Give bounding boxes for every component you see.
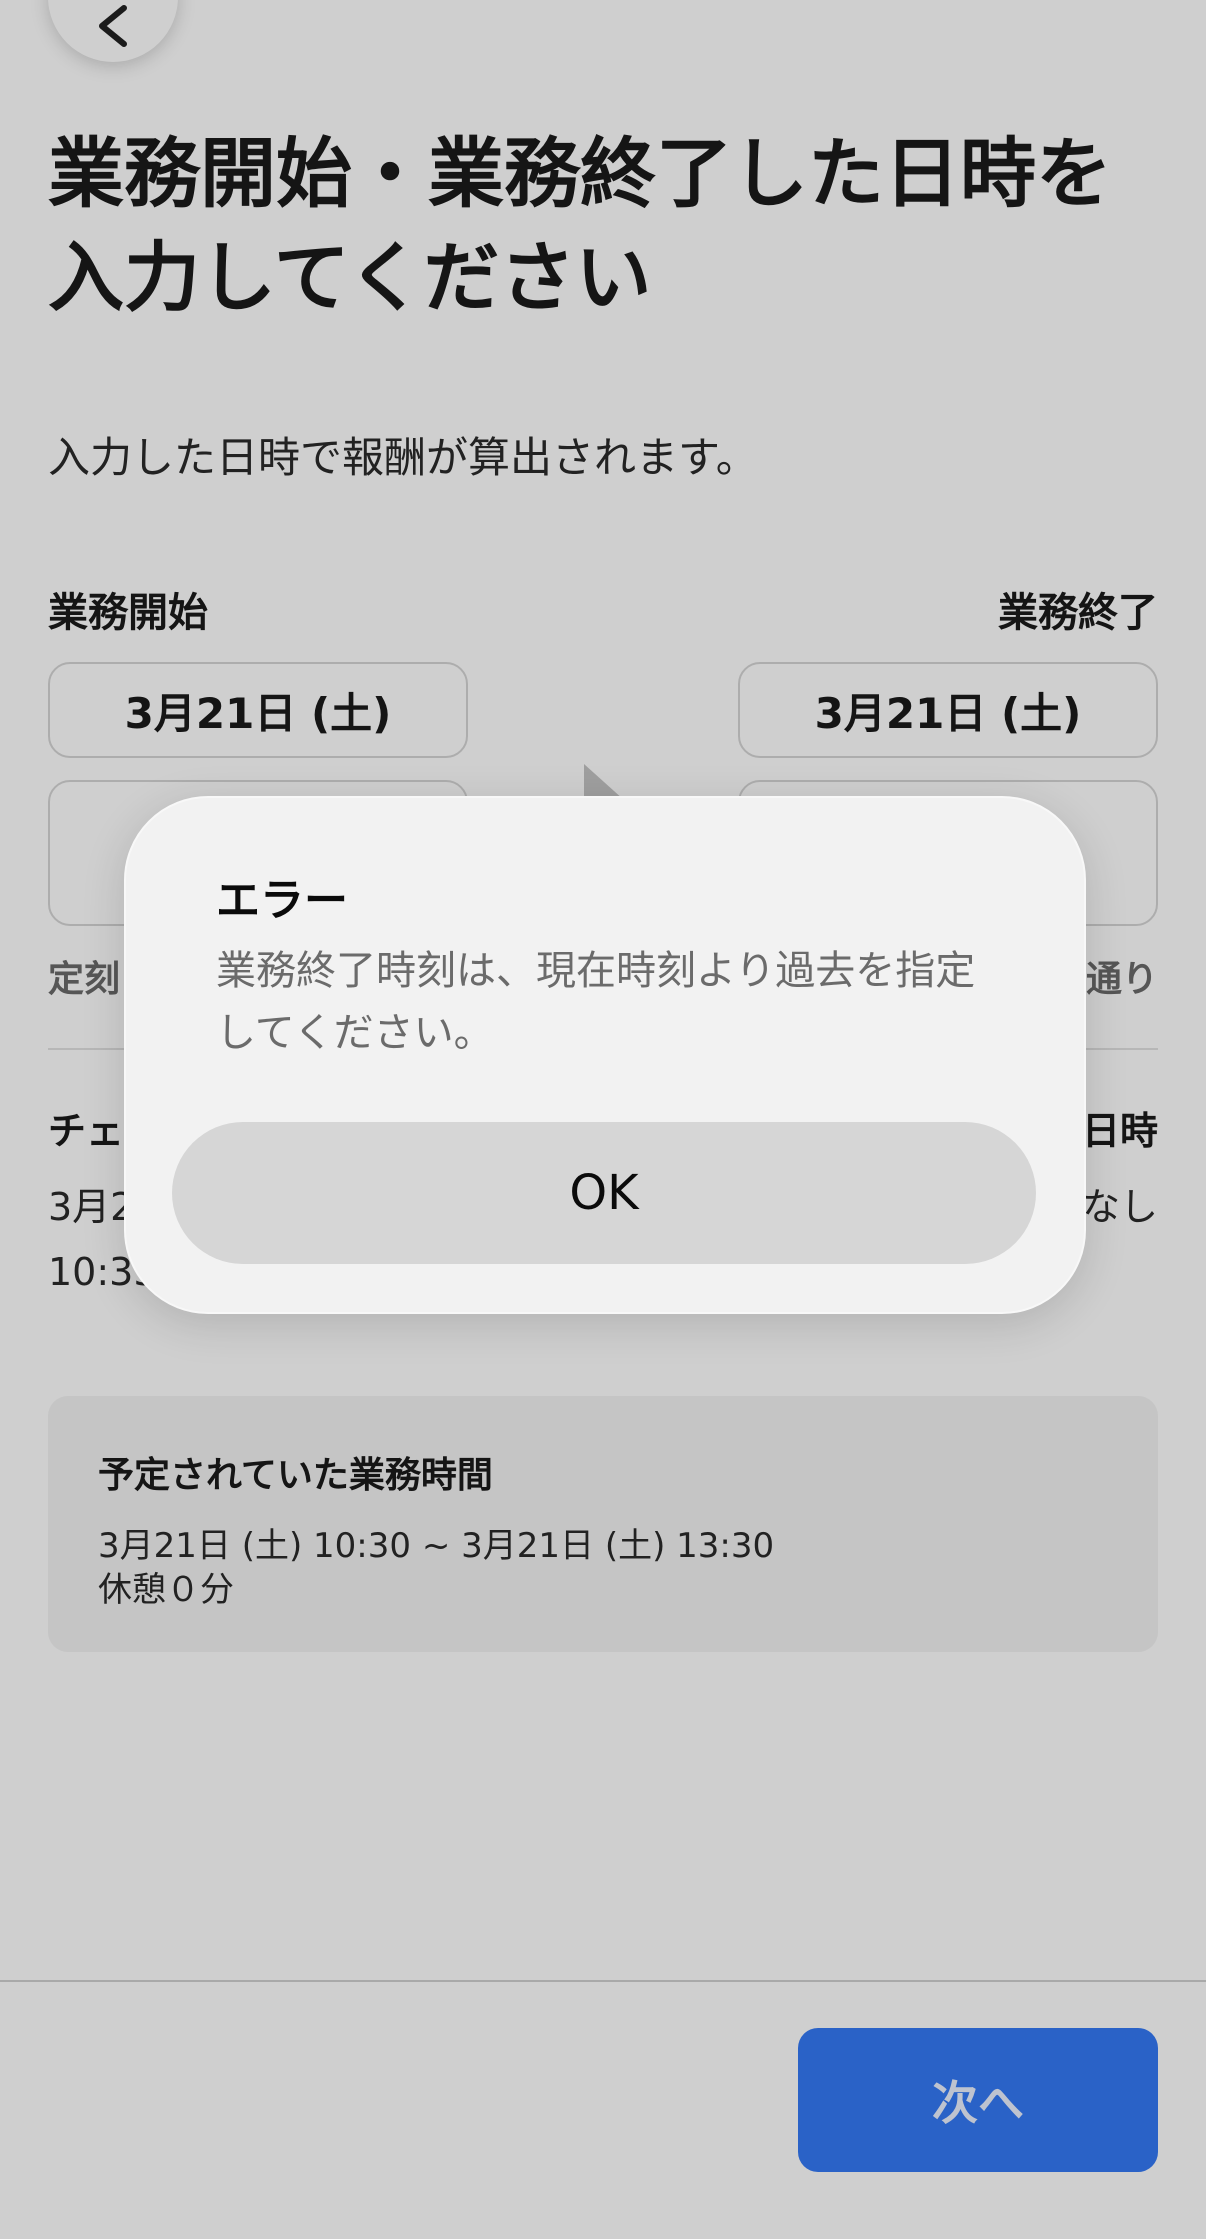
error-dialog-message: 業務終了時刻は、現在時刻より過去を指定してください。 <box>216 948 976 1056</box>
error-dialog: エラー 業務終了時刻は、現在時刻より過去を指定してください。 OK <box>124 796 1086 1314</box>
error-dialog-title: エラー <box>216 875 348 926</box>
ok-button[interactable]: OK <box>172 1122 1036 1264</box>
